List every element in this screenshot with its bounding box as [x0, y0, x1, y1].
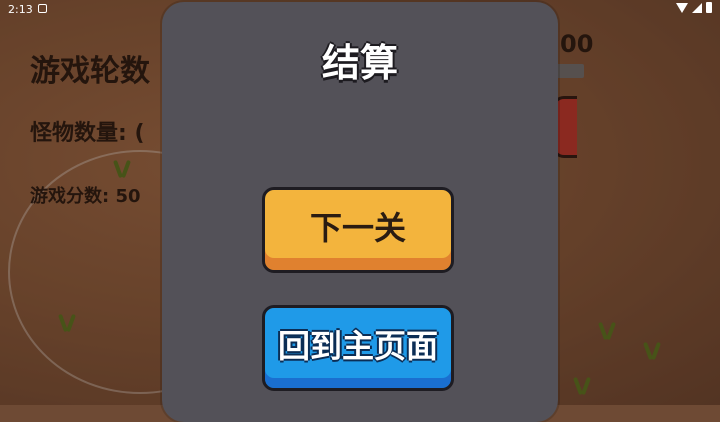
battery-icon — [706, 2, 712, 13]
dialog-title: 结算 — [321, 41, 398, 85]
notification-icon — [38, 4, 47, 13]
wifi-icon — [676, 2, 688, 13]
signal-icon — [692, 2, 702, 13]
status-time: 2:13 — [8, 3, 33, 16]
next-level-button[interactable]: 下一关 — [262, 187, 454, 273]
status-icons — [676, 2, 712, 13]
settlement-dialog: 结算 下一关 回到主页面 — [162, 2, 558, 422]
return-home-button[interactable]: 回到主页面 — [262, 305, 454, 391]
